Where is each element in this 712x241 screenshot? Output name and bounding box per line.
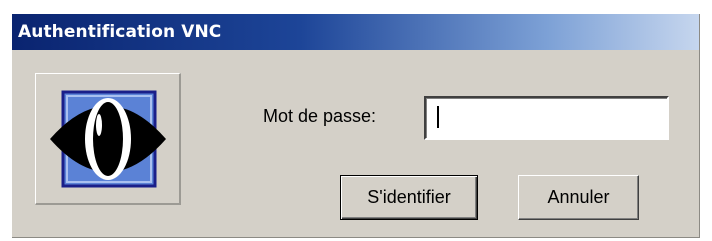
icon-panel <box>35 73 181 205</box>
login-button[interactable]: S'identifier <box>340 175 478 220</box>
cancel-button[interactable]: Annuler <box>518 175 639 220</box>
window-title: Authentification VNC <box>18 22 222 42</box>
vnc-auth-dialog: Authentification VNC Mot de passe: S'ide… <box>12 14 700 238</box>
password-input[interactable] <box>424 96 669 140</box>
title-bar[interactable]: Authentification VNC <box>12 14 699 50</box>
vnc-eye-icon <box>50 90 166 188</box>
password-label: Mot de passe: <box>263 106 377 126</box>
